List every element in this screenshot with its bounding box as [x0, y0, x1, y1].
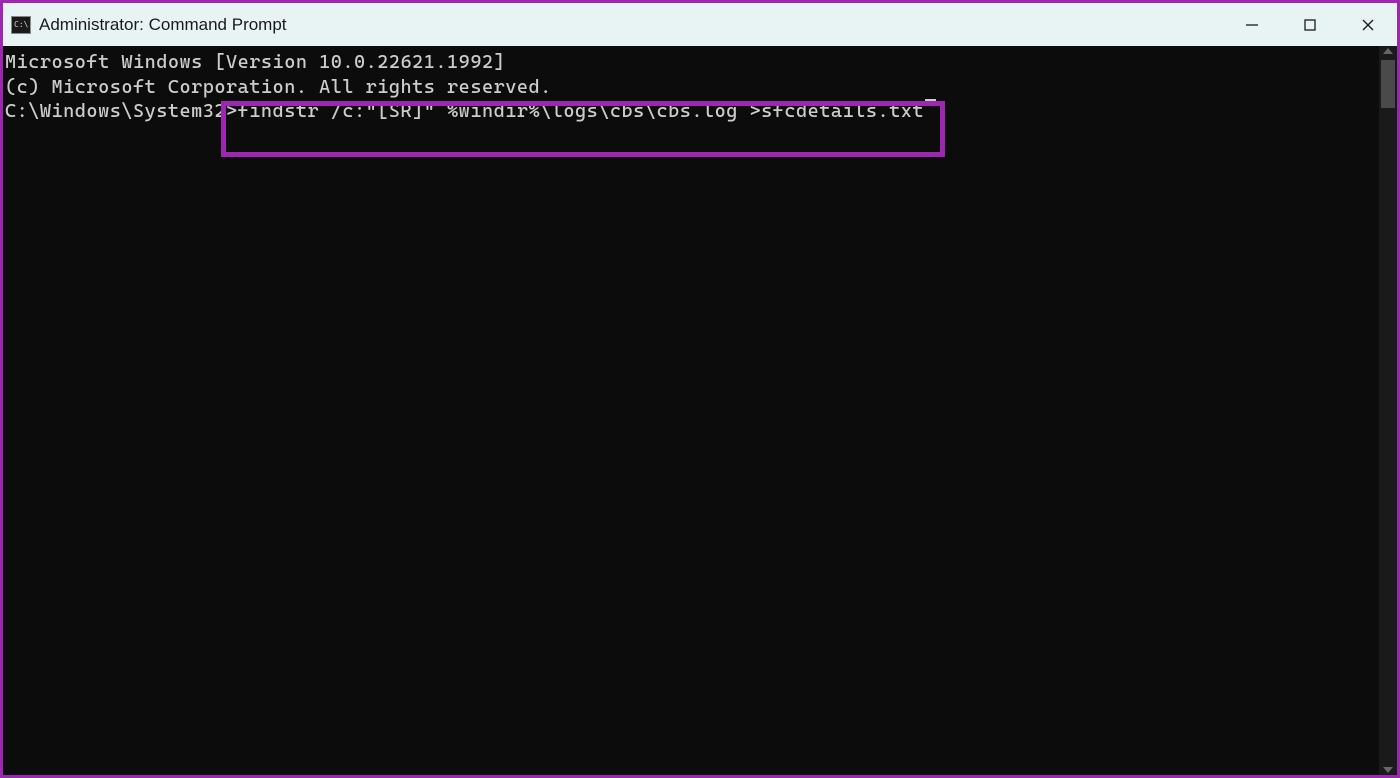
maximize-icon	[1303, 18, 1317, 32]
terminal-prompt-line: C:\Windows\System32>findstr /c:"[SR]" %w…	[5, 99, 1397, 124]
cmd-icon: C:\.	[11, 16, 31, 34]
scrollbar-arrow-down-icon[interactable]	[1383, 767, 1393, 773]
terminal-prompt: C:\Windows\System32>	[5, 99, 238, 124]
close-button[interactable]	[1339, 3, 1397, 46]
scrollbar[interactable]	[1379, 46, 1397, 775]
window-title: Administrator: Command Prompt	[39, 15, 287, 35]
terminal-output-line: (c) Microsoft Corporation. All rights re…	[5, 75, 1397, 100]
scrollbar-arrow-up-icon[interactable]	[1383, 48, 1393, 54]
terminal-command-input[interactable]: findstr /c:"[SR]" %windir%\logs\cbs\cbs.…	[238, 99, 924, 124]
scrollbar-thumb[interactable]	[1381, 60, 1395, 108]
window-controls	[1223, 3, 1397, 46]
titlebar: C:\. Administrator: Command Prompt	[3, 3, 1397, 46]
minimize-button[interactable]	[1223, 3, 1281, 46]
cursor	[925, 99, 936, 103]
minimize-icon	[1245, 18, 1259, 32]
close-icon	[1361, 18, 1375, 32]
terminal-output-line: Microsoft Windows [Version 10.0.22621.19…	[5, 50, 1397, 75]
cmd-icon-text: C:\.	[14, 20, 33, 29]
maximize-button[interactable]	[1281, 3, 1339, 46]
terminal-area[interactable]: Microsoft Windows [Version 10.0.22621.19…	[3, 46, 1397, 775]
titlebar-left: C:\. Administrator: Command Prompt	[11, 15, 287, 35]
